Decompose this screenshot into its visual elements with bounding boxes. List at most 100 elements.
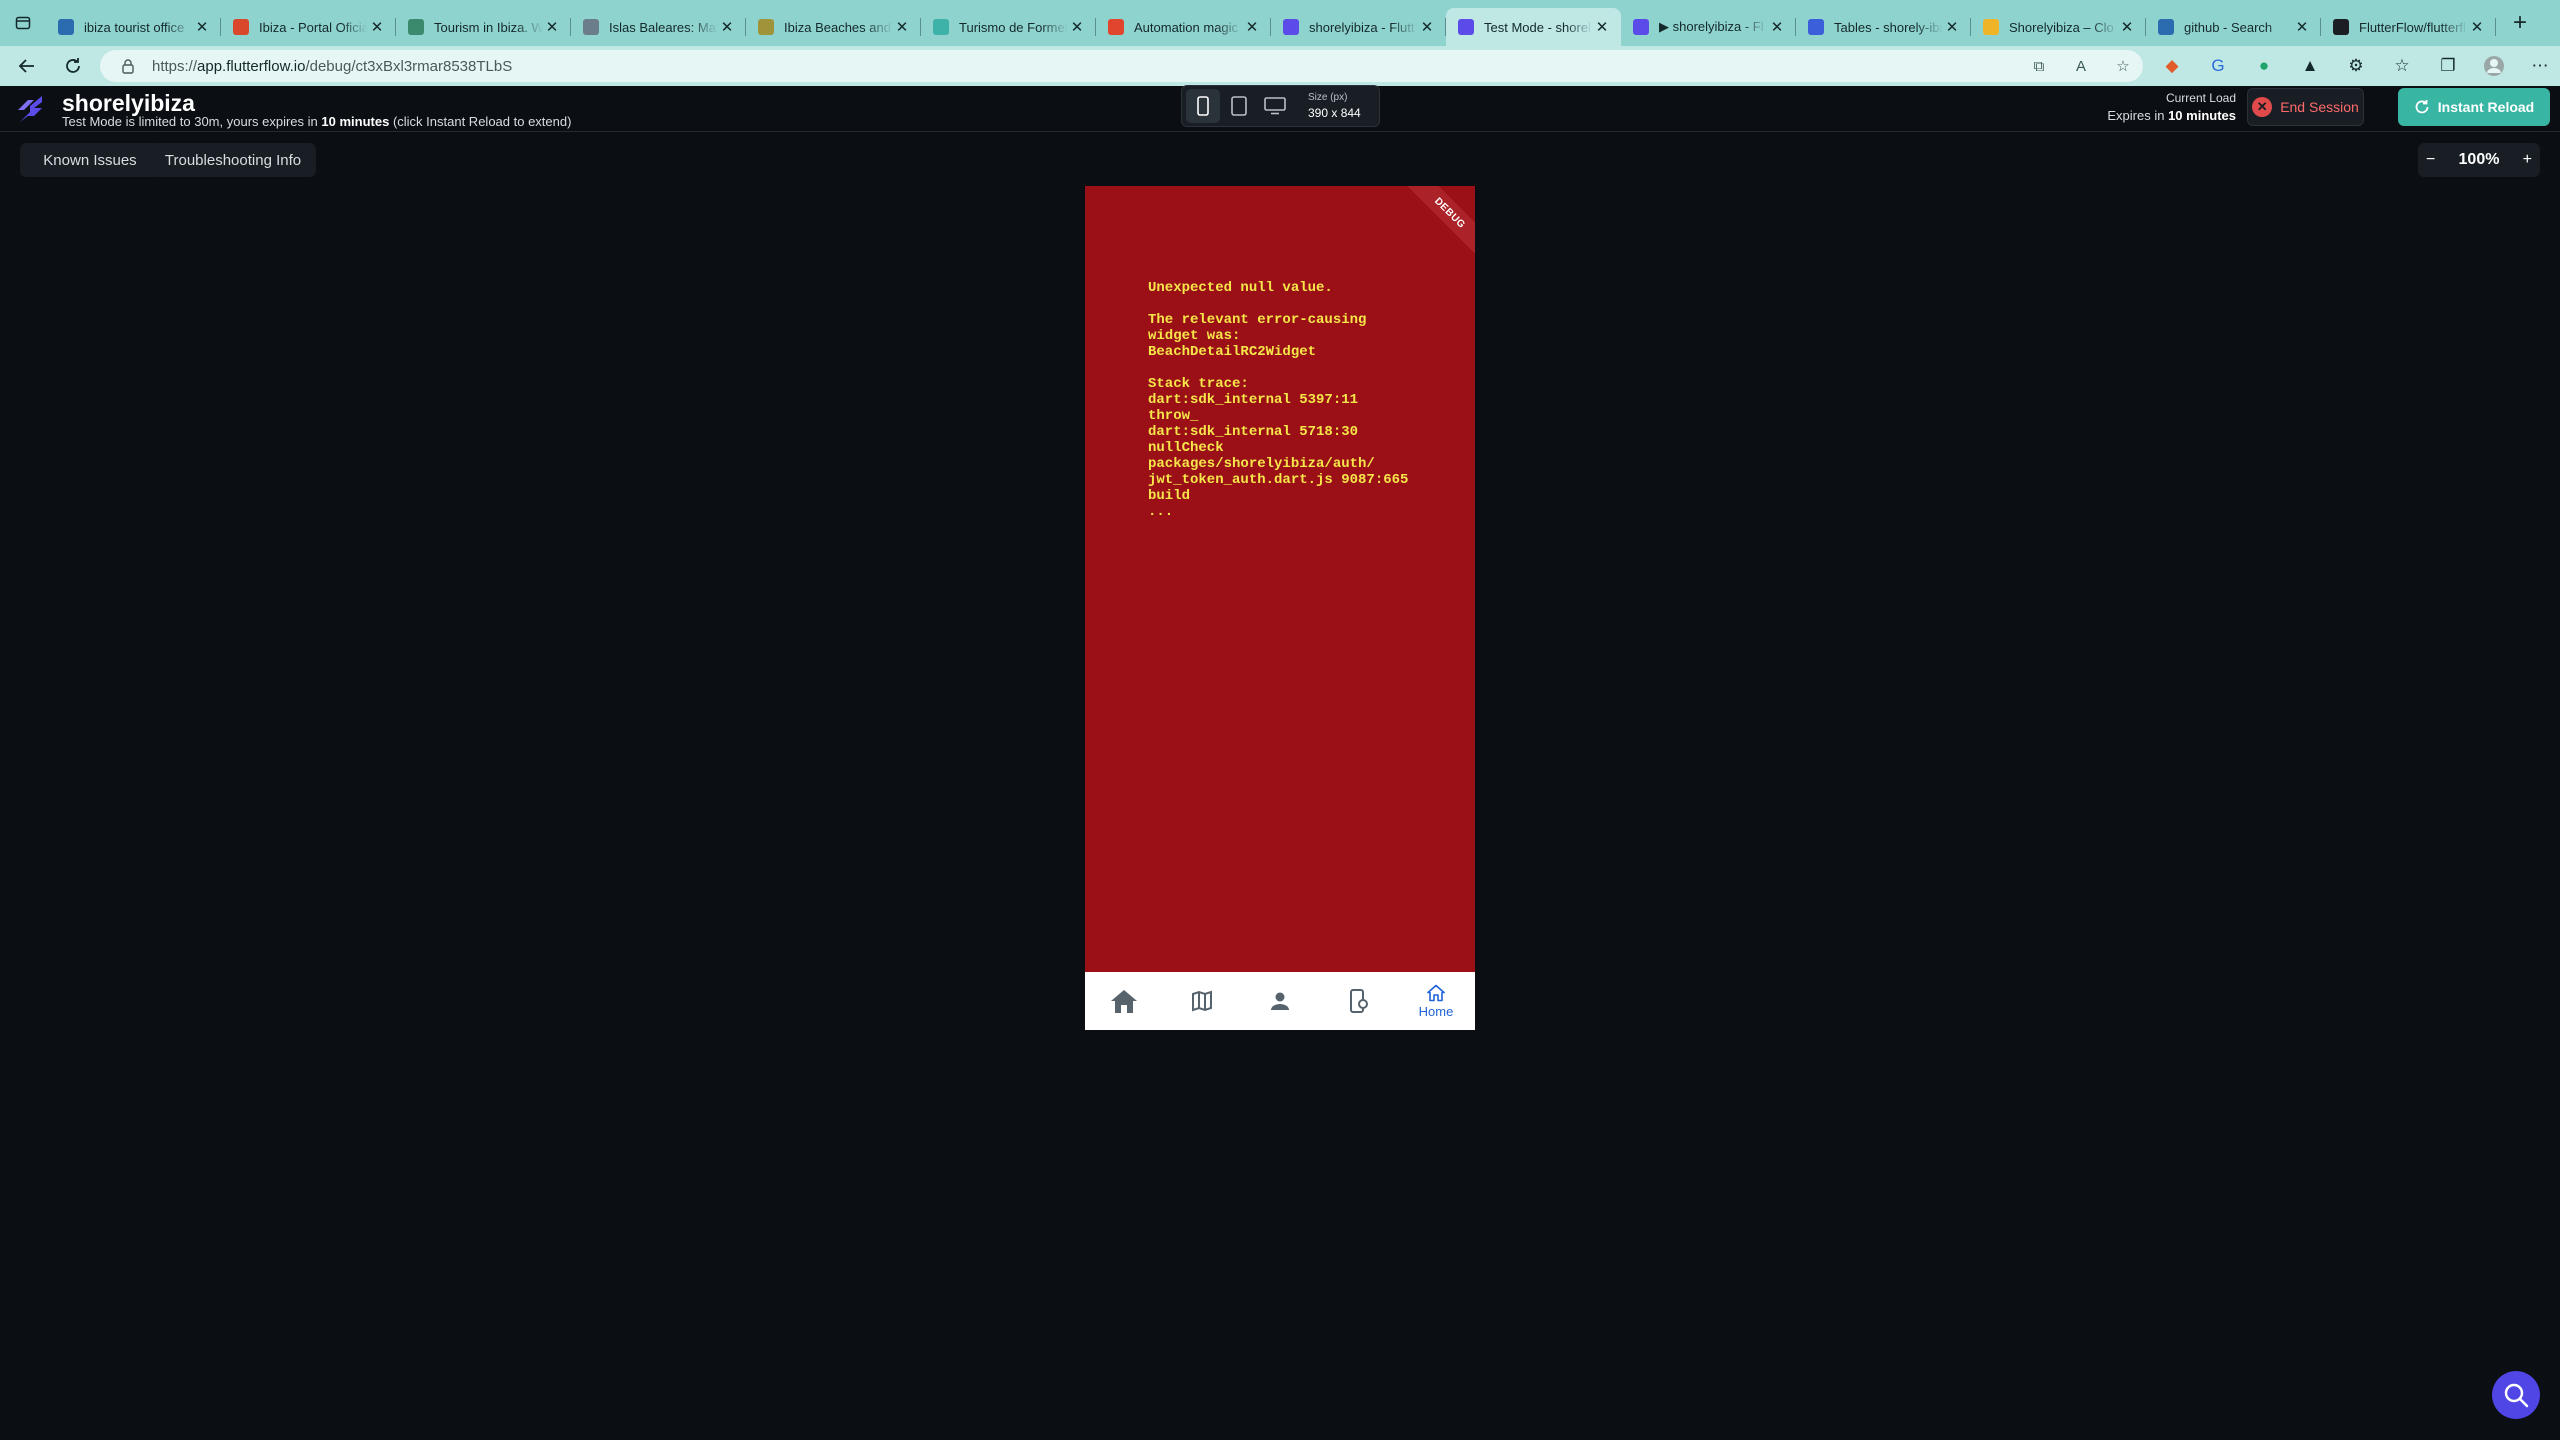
url-field[interactable]: https://app.flutterflow.io/debug/ct3xBxl… (100, 50, 2143, 82)
device-preview: DEBUG Unexpected null value. The relevan… (1085, 186, 1475, 1030)
zapier-icon (1108, 19, 1124, 35)
tab-title: Tourism in Ibiza. W (434, 19, 543, 35)
close-tab-icon[interactable]: ✕ (193, 18, 211, 36)
browser-tab[interactable]: FlutterFlow/flutterfl ✕ (2321, 8, 2496, 46)
expiry-text: Expires in 10 minutes (2107, 108, 2236, 123)
close-tab-icon[interactable]: ✕ (2118, 18, 2136, 36)
support-chat-button[interactable] (2492, 1371, 2540, 1419)
favorites-icon[interactable]: ☆ (2388, 52, 2416, 80)
nav-item-home[interactable]: Home (1397, 972, 1475, 1030)
monitor-icon (1264, 97, 1286, 115)
person-icon (1271, 992, 1289, 1010)
refresh-icon (2415, 100, 2429, 114)
browser-tab-strip: ibiza tourist office ✕ Ibiza - Portal Ofic… (0, 0, 2560, 46)
browser-tab[interactable]: shorelyibiza - Flutt ✕ (1271, 8, 1446, 46)
nav-item-home-filled[interactable] (1085, 972, 1163, 1030)
nav-item-device-settings[interactable] (1319, 972, 1397, 1030)
phone-icon (1197, 96, 1209, 116)
tab-title: shorelyibiza - Flutt (1309, 19, 1415, 35)
open-in-app-icon[interactable]: ⧉ (2029, 56, 2049, 76)
close-tab-icon[interactable]: ✕ (2468, 18, 2486, 36)
close-tab-icon[interactable]: ✕ (1418, 18, 1436, 36)
browser-tab[interactable]: Shorelyibiza – Clo ✕ (1971, 8, 2146, 46)
close-tab-icon[interactable]: ✕ (1768, 18, 1786, 36)
tab-title: Shorelyibiza – Clo (2009, 19, 2114, 35)
browser-tab[interactable]: ▶ shorelyibiza - Fl ✕ (1621, 8, 1796, 46)
known-issues-button[interactable]: Known Issues (20, 143, 160, 177)
menu-more-icon[interactable]: ⋯ (2526, 52, 2554, 80)
reload-button[interactable] (56, 49, 90, 83)
tab-actions-button[interactable] (0, 0, 46, 46)
nav-home-label: Home (1418, 1003, 1454, 1019)
tab-list: ibiza tourist office ✕ Ibiza - Portal Ofic… (46, 0, 2496, 46)
address-bar: https://app.flutterflow.io/debug/ct3xBxl… (0, 46, 2560, 86)
extension-1-icon[interactable]: ◆ (2158, 52, 2186, 80)
zoom-in-button[interactable]: + (2523, 151, 2532, 169)
browser-tab[interactable]: Automation magic ✕ (1096, 8, 1271, 46)
profile-avatar[interactable] (2480, 52, 2508, 80)
close-tab-icon[interactable]: ✕ (1068, 18, 1086, 36)
extension-2-icon[interactable]: G (2204, 52, 2232, 80)
refresh-icon (66, 58, 80, 73)
close-tab-icon[interactable]: ✕ (893, 18, 911, 36)
tablet-device-button[interactable] (1222, 89, 1256, 123)
browser-tab[interactable]: Test Mode - shorel ✕ (1446, 8, 1621, 46)
new-tab-button[interactable]: + (2502, 5, 2538, 41)
back-button[interactable] (10, 49, 44, 83)
extension-4-icon[interactable]: ▲ (2296, 52, 2324, 80)
close-tab-icon[interactable]: ✕ (718, 18, 736, 36)
lock-icon (122, 59, 134, 74)
close-tab-icon[interactable]: ✕ (1593, 18, 1611, 36)
favorite-star-icon[interactable]: ☆ (2113, 56, 2133, 76)
phone-settings-icon (1350, 989, 1368, 1013)
read-aloud-icon[interactable]: A (2071, 56, 2091, 76)
close-tab-icon[interactable]: ✕ (1943, 18, 1961, 36)
close-tab-icon[interactable]: ✕ (368, 18, 386, 36)
tab-title: Automation magic (1134, 19, 1239, 35)
tablet-icon (1231, 96, 1247, 116)
zoom-out-button[interactable]: − (2426, 151, 2435, 169)
mobile-device-button[interactable] (1186, 89, 1220, 123)
browser-tab[interactable]: Islas Baleares: Mall ✕ (571, 8, 746, 46)
arrow-left-icon (18, 59, 34, 73)
instant-reload-button[interactable]: Instant Reload (2398, 88, 2550, 126)
close-circle-icon: ✕ (2252, 97, 2273, 117)
github-icon (2333, 19, 2349, 35)
browser-tab[interactable]: github - Search ✕ (2146, 8, 2321, 46)
device-size-switcher: Size (px) 390 x 844 (1181, 85, 1380, 127)
nav-item-map[interactable] (1163, 972, 1241, 1030)
desktop-device-button[interactable] (1258, 89, 1292, 123)
zoom-control: − 100% + (2418, 143, 2540, 177)
app-name: shorelyibiza (62, 90, 195, 116)
size-value: 390 x 844 (1308, 106, 1361, 120)
tab-title: Islas Baleares: Mall (609, 19, 718, 35)
search-icon (58, 19, 74, 35)
extensions-icon[interactable]: ⚙ (2342, 52, 2370, 80)
troubleshooting-info-button[interactable]: Troubleshooting Info (150, 143, 316, 177)
circle-icon (933, 19, 949, 35)
browser-tab[interactable]: Ibiza - Portal Oficial ✕ (221, 8, 396, 46)
tab-title: ▶ shorelyibiza - Fl (1659, 19, 1764, 34)
close-tab-icon[interactable]: ✕ (2293, 18, 2311, 36)
browser-tab[interactable]: ibiza tourist office ✕ (46, 8, 221, 46)
url-text: https://app.flutterflow.io/debug/ct3xBxl… (152, 57, 513, 75)
browser-tab[interactable]: Turismo de Formentera✕ (921, 8, 1096, 46)
flag-icon (233, 19, 249, 35)
zoom-level: 100% (2458, 151, 2500, 168)
search-icon (2158, 19, 2174, 35)
home-icon (1111, 990, 1137, 1013)
hand-icon (1983, 19, 1999, 35)
nav-item-profile[interactable] (1241, 972, 1319, 1030)
close-tab-icon[interactable]: ✕ (543, 18, 561, 36)
collections-icon[interactable]: ❐ (2434, 52, 2462, 80)
browser-tab[interactable]: Ibiza Beaches and ✕ (746, 8, 921, 46)
browser-tab[interactable]: Tables - shorely-ibi ✕ (1796, 8, 1971, 46)
current-load-label: Current Load (2165, 91, 2236, 105)
flutterflow-icon (1458, 19, 1474, 35)
globe-icon (408, 19, 424, 35)
size-label: Size (px) (1308, 92, 1348, 103)
extension-3-icon[interactable]: ● (2250, 52, 2278, 80)
end-session-button[interactable]: ✕ End Session (2247, 88, 2364, 126)
close-tab-icon[interactable]: ✕ (1243, 18, 1261, 36)
browser-tab[interactable]: Tourism in Ibiza. W ✕ (396, 8, 571, 46)
